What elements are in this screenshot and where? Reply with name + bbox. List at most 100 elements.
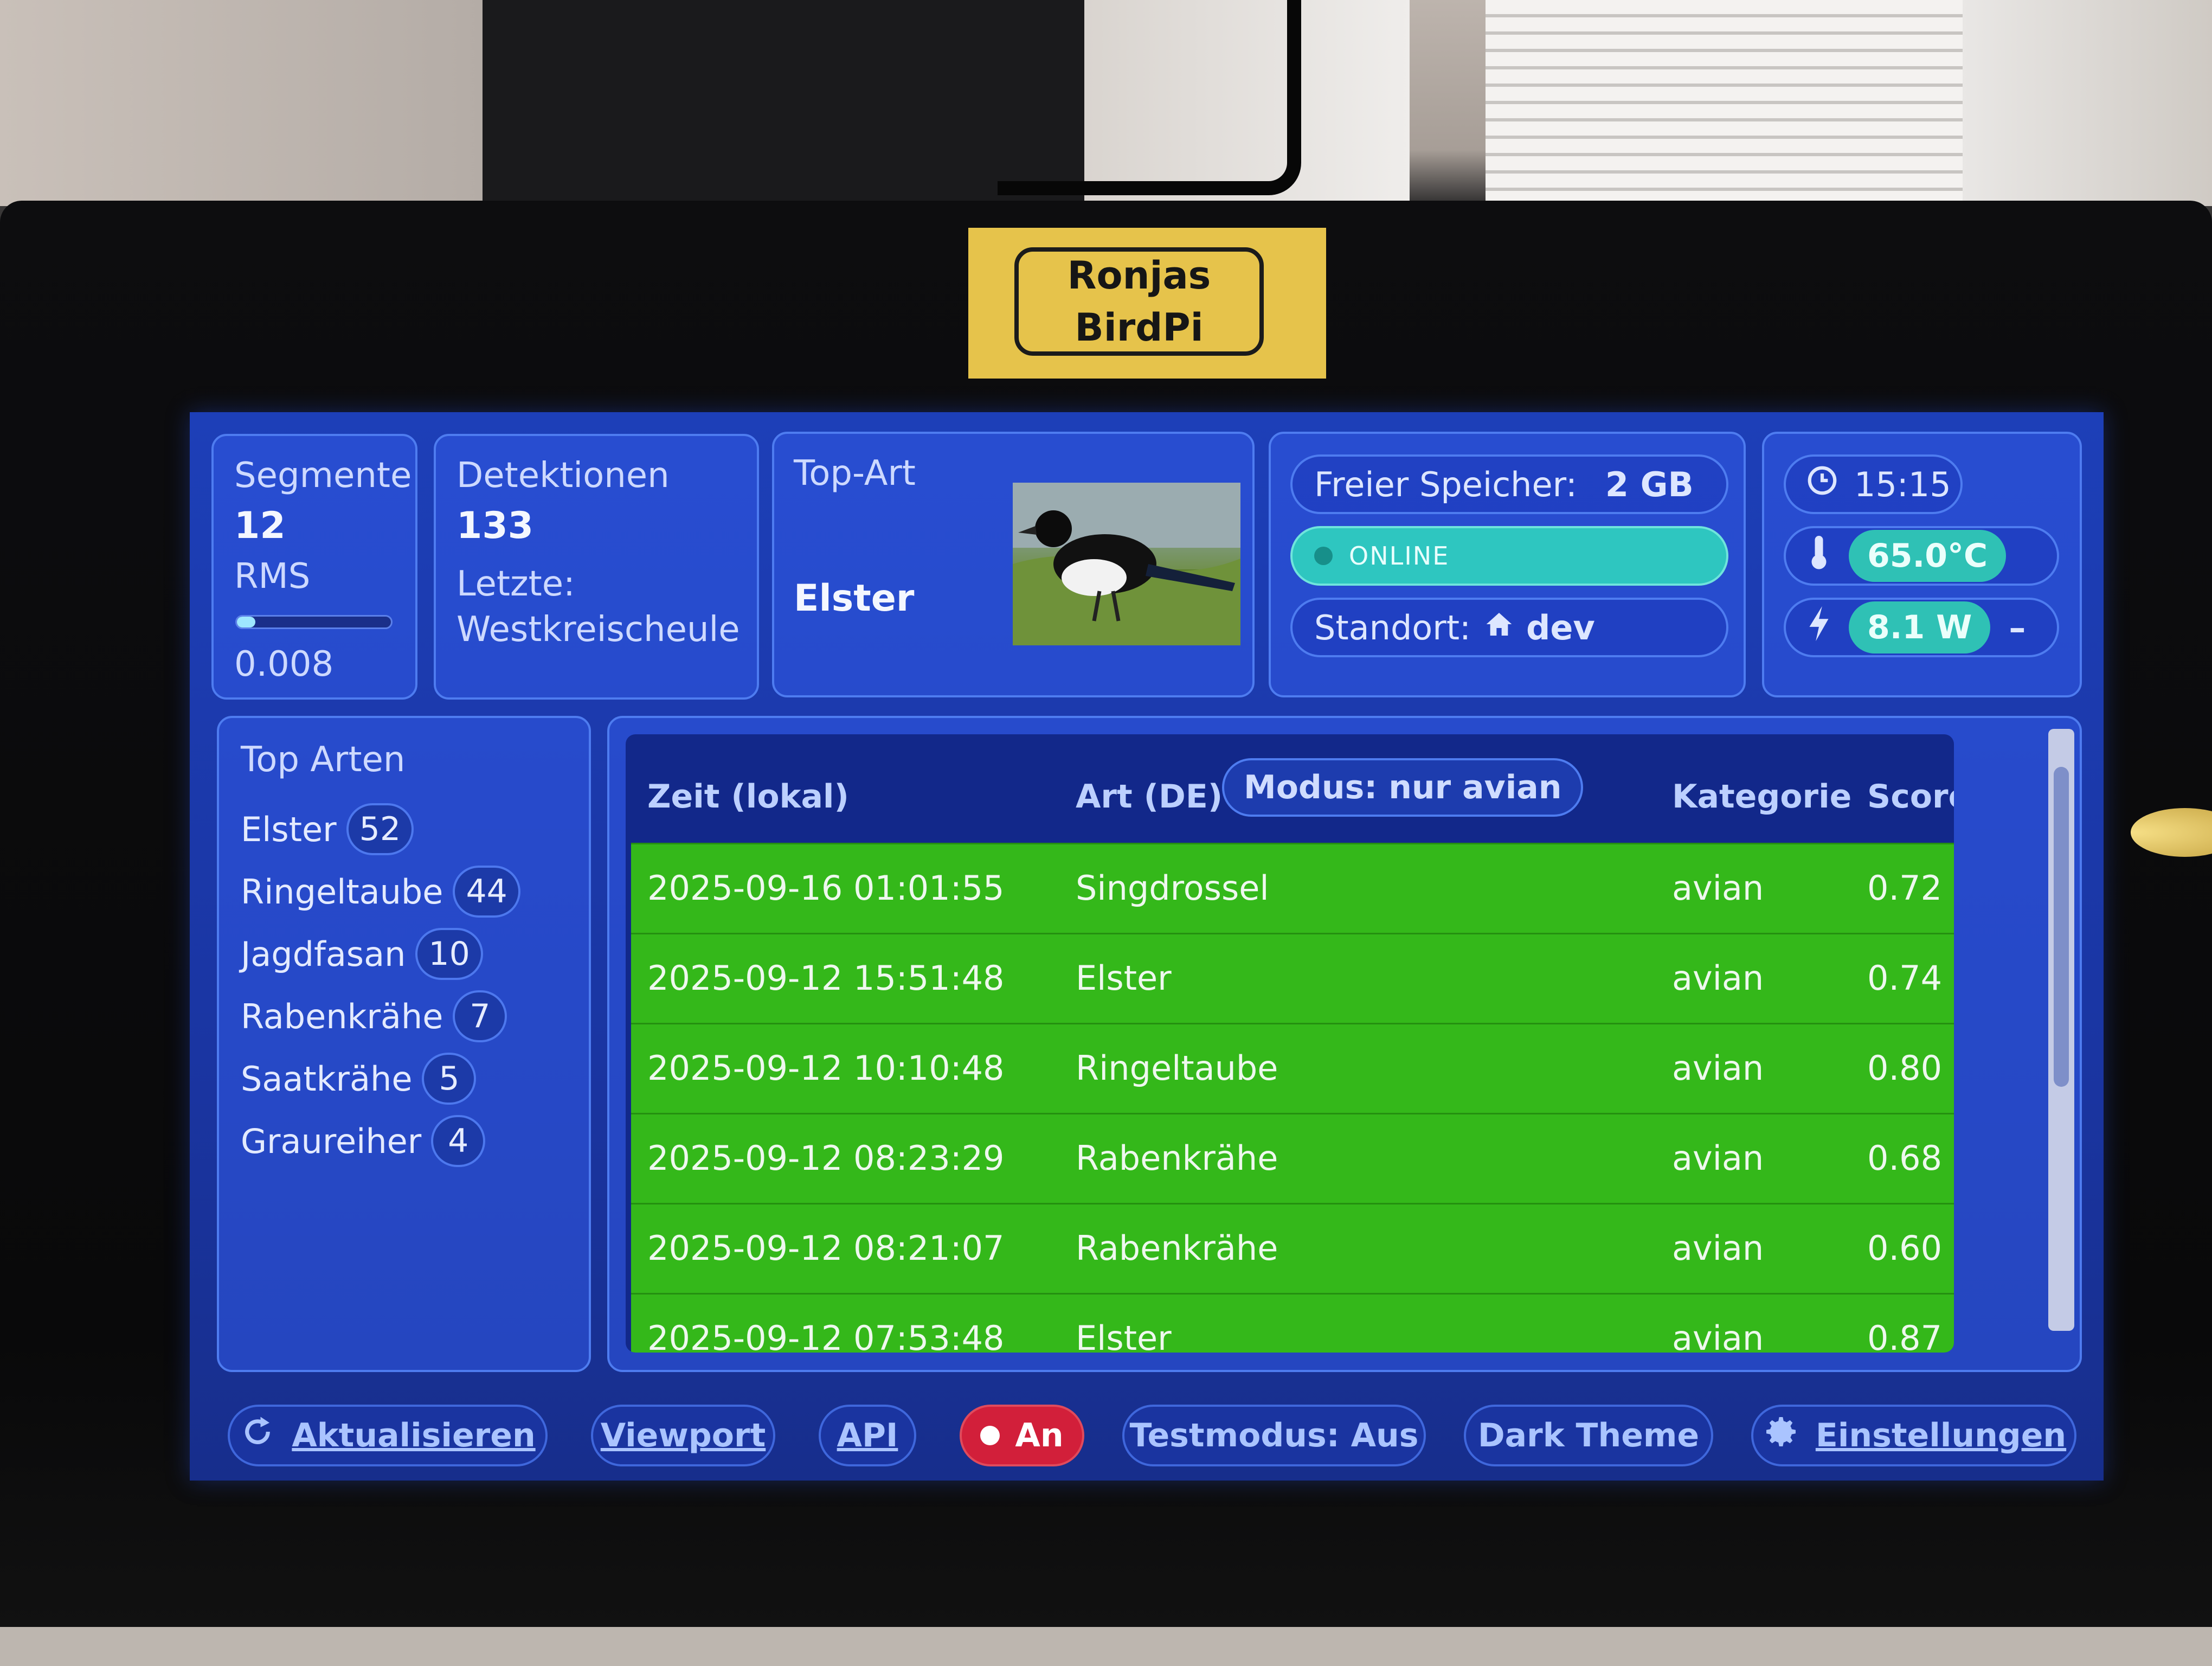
cell-category: avian <box>1672 1138 1764 1178</box>
col-header-score[interactable]: Score <box>1867 778 1954 816</box>
recording-toggle-button[interactable]: An <box>960 1405 1084 1466</box>
table-row[interactable]: 2025-09-12 10:10:48 Ringeltaube avian 0.80 <box>631 1023 1954 1113</box>
table-scrollbar-thumb[interactable] <box>2054 767 2069 1087</box>
species-list-item[interactable]: Saatkrähe 5 <box>241 1049 477 1108</box>
rms-value: 0.008 <box>234 644 334 684</box>
mode-filter-chip[interactable]: Modus: nur avian <box>1222 758 1584 817</box>
free-storage-value: 2 GB <box>1605 464 1694 504</box>
table-row[interactable]: 2025-09-16 01:01:55 Singdrossel avian 0.72 <box>631 843 1954 933</box>
table-row[interactable]: 2025-09-12 07:53:48 Elster avian 0.87 <box>631 1293 1954 1353</box>
clock-pill: 15:15 <box>1784 454 1963 514</box>
power-value: 8.1 W <box>1849 601 1991 653</box>
viewport-button[interactable]: Viewport <box>591 1405 775 1466</box>
cell-category: avian <box>1672 958 1764 998</box>
cell-species: Singdrossel <box>1076 868 1269 908</box>
species-name: Jagdfasan <box>241 934 406 974</box>
detections-table: Zeit (lokal) Art (DE) Modus: nur avian K… <box>626 734 1954 1353</box>
last-detection-label: Letzte: <box>456 564 575 604</box>
online-dot-icon <box>1314 547 1333 565</box>
home-icon <box>1484 608 1514 648</box>
col-header-species[interactable]: Art (DE) <box>1076 778 1223 816</box>
species-name: Rabenkrähe <box>241 996 443 1036</box>
dashboard-screen: Segmente 12 RMS 0.008 Detektionen 133 Le… <box>190 412 2104 1481</box>
table-row[interactable]: 2025-09-12 15:51:48 Elster avian 0.74 <box>631 933 1954 1023</box>
online-status-text: ONLINE <box>1349 541 1450 571</box>
cell-species: Elster <box>1076 958 1172 998</box>
cell-time: 2025-09-12 07:53:48 <box>647 1318 1005 1353</box>
cell-score: 0.87 <box>1867 1318 1943 1353</box>
rms-label: RMS <box>234 556 311 597</box>
species-count-badge: 7 <box>453 990 507 1042</box>
species-name: Saatkrähe <box>241 1059 413 1099</box>
cell-time: 2025-09-12 08:23:29 <box>647 1138 1005 1178</box>
refresh-label: Aktualisieren <box>292 1417 536 1454</box>
species-count-badge: 5 <box>422 1053 477 1105</box>
segments-value: 12 <box>234 504 286 547</box>
species-name: Elster <box>241 809 337 849</box>
sticker-line2: BirdPi <box>1075 305 1204 350</box>
detections-table-card: Zeit (lokal) Art (DE) Modus: nur avian K… <box>607 716 2082 1372</box>
location-value: dev <box>1526 607 1595 648</box>
temperature-value: 65.0°C <box>1849 530 2007 582</box>
window-blinds <box>1486 0 1963 201</box>
settings-label: Einstellungen <box>1815 1417 2067 1454</box>
rms-meter-fill <box>237 617 256 627</box>
cell-species: Elster <box>1076 1318 1172 1353</box>
theme-toggle-label: Dark Theme <box>1477 1417 1700 1454</box>
detections-value: 133 <box>456 504 533 547</box>
species-count-badge: 4 <box>431 1115 486 1167</box>
species-name: Graureiher <box>241 1121 422 1161</box>
record-dot-icon <box>980 1426 1000 1445</box>
species-list-item[interactable]: Graureiher 4 <box>241 1111 486 1171</box>
table-row[interactable]: 2025-09-12 08:21:07 Rabenkrähe avian 0.60 <box>631 1203 1954 1293</box>
clock-icon <box>1805 464 1839 505</box>
cell-category: avian <box>1672 1228 1764 1268</box>
table-row[interactable]: 2025-09-12 08:23:29 Rabenkrähe avian 0.68 <box>631 1113 1954 1203</box>
theme-toggle-button[interactable]: Dark Theme <box>1464 1405 1713 1466</box>
col-header-category[interactable]: Kategorie <box>1672 778 1851 816</box>
cell-time: 2025-09-16 01:01:55 <box>647 868 1005 908</box>
top-species-list-title: Top Arten <box>241 740 406 780</box>
col-header-time[interactable]: Zeit (lokal) <box>647 778 849 816</box>
top-species-card: Top-Art Elster <box>772 432 1255 697</box>
segments-label: Segmente <box>234 456 412 496</box>
temperature-pill: 65.0°C <box>1784 526 2059 586</box>
sticker-frame: Ronjas BirdPi <box>1014 247 1264 356</box>
top-species-list-card: Top Arten Elster 52 Ringeltaube 44 Jagdfasan… <box>217 716 591 1372</box>
test-mode-button[interactable]: Testmodus: Aus <box>1122 1405 1426 1466</box>
species-name: Ringeltaube <box>241 872 443 912</box>
species-list-item[interactable]: Jagdfasan 10 <box>241 924 483 984</box>
detections-label: Detektionen <box>456 456 670 496</box>
free-storage-label: Freier Speicher: <box>1314 464 1577 504</box>
clock-value: 15:15 <box>1854 464 1951 504</box>
recording-toggle-label: An <box>1015 1417 1064 1454</box>
api-button[interactable]: API <box>819 1405 916 1466</box>
top-species-label: Top-Art <box>794 453 916 494</box>
api-label: API <box>837 1417 898 1454</box>
cell-category: avian <box>1672 1048 1764 1088</box>
cell-species: Rabenkrähe <box>1076 1138 1278 1178</box>
refresh-icon <box>240 1414 275 1458</box>
species-list-item[interactable]: Elster 52 <box>241 799 414 859</box>
online-status-pill: ONLINE <box>1290 526 1728 586</box>
rms-meter <box>235 615 393 629</box>
wall <box>0 0 488 206</box>
settings-button[interactable]: Einstellungen <box>1751 1405 2076 1466</box>
top-species-photo <box>1013 483 1240 645</box>
cell-category: avian <box>1672 868 1764 908</box>
cell-time: 2025-09-12 08:21:07 <box>647 1228 1005 1268</box>
free-storage-pill: Freier Speicher: 2 GB <box>1290 454 1728 514</box>
table-scrollbar[interactable] <box>2048 729 2074 1331</box>
species-list-item[interactable]: Rabenkrähe 7 <box>241 986 507 1046</box>
window-right <box>1963 0 2212 206</box>
cell-score: 0.74 <box>1867 958 1943 998</box>
species-list-item[interactable]: Ringeltaube 44 <box>241 862 520 921</box>
desk-surface <box>0 1627 2212 1666</box>
last-detection-value: Westkreischeule <box>456 610 740 650</box>
test-mode-label: Testmodus: Aus <box>1129 1417 1419 1454</box>
refresh-button[interactable]: Aktualisieren <box>228 1405 548 1466</box>
species-count-badge: 52 <box>346 803 414 855</box>
cell-score: 0.80 <box>1867 1048 1943 1088</box>
viewport-label: Viewport <box>600 1417 766 1454</box>
bolt-icon <box>1805 605 1832 651</box>
